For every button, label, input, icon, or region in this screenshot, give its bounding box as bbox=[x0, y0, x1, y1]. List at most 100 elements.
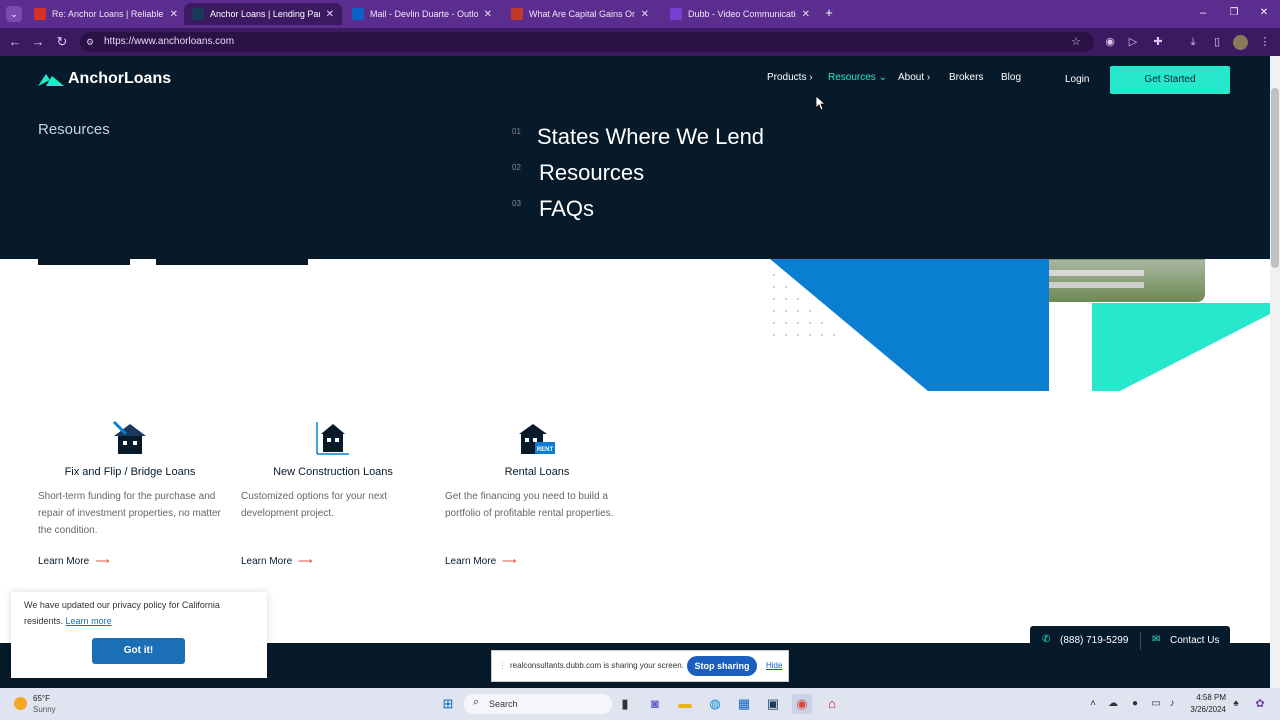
restore-icon[interactable]: ❐ bbox=[1227, 6, 1241, 20]
weather-sun-icon[interactable] bbox=[14, 697, 27, 710]
mega-menu-heading: Resources bbox=[38, 121, 110, 138]
tab-search-icon[interactable]: ⌄ bbox=[6, 6, 22, 22]
weather-temp[interactable]: 65°F bbox=[33, 694, 50, 703]
cookie-got-it-button[interactable]: Got it! bbox=[92, 638, 185, 664]
house-blueprint-icon bbox=[316, 422, 349, 455]
tab-title: Re: Anchor Loans | Reliable Rea bbox=[52, 9, 164, 19]
get-started-button[interactable]: Get Started bbox=[1110, 66, 1230, 94]
microphone-icon[interactable]: ● bbox=[1125, 694, 1145, 714]
hero-button-fragment[interactable] bbox=[156, 259, 308, 265]
tab-favicon-icon bbox=[192, 8, 204, 20]
contact-us-link[interactable]: Contact Us bbox=[1170, 635, 1219, 646]
window-close-icon[interactable]: ✕ bbox=[1257, 6, 1271, 20]
house-rent-sign-icon: RENT bbox=[519, 424, 555, 454]
dubb-extension-icon[interactable]: ▷ bbox=[1125, 34, 1141, 50]
extension-icon[interactable]: ◉ bbox=[1102, 34, 1118, 50]
hero-button-fragment[interactable] bbox=[38, 259, 130, 265]
cookie-banner: We have updated our privacy policy for C… bbox=[11, 592, 267, 678]
browser-tab[interactable]: Re: Anchor Loans | Reliable Rea ✕ bbox=[26, 3, 186, 25]
teams-chat-icon[interactable]: ◙ bbox=[645, 694, 665, 714]
tab-title: Anchor Loans | Lending Partne bbox=[210, 9, 320, 19]
browser-tab[interactable]: Mail - Devlin Duarte - Outlook ✕ bbox=[344, 3, 500, 25]
clock-date[interactable]: 3/26/2024 bbox=[1182, 705, 1226, 714]
minimize-icon[interactable]: – bbox=[1196, 6, 1210, 20]
store-icon[interactable]: ▦ bbox=[734, 694, 754, 714]
profile-avatar[interactable] bbox=[1233, 35, 1248, 50]
reload-icon[interactable]: ↻ bbox=[53, 33, 71, 51]
menu-item-states-where-we-lend[interactable]: States Where We Lend bbox=[537, 124, 764, 150]
weather-desc[interactable]: Sunny bbox=[33, 705, 56, 714]
site-info-icon[interactable]: ⚙ bbox=[86, 36, 98, 48]
tab-close-icon[interactable]: ✕ bbox=[484, 9, 492, 20]
learn-more-link[interactable]: Learn More ⟶ bbox=[445, 556, 516, 567]
tray-cloud-icon[interactable]: ☁ bbox=[1103, 694, 1123, 714]
browser-tab[interactable]: Dubb - Video Communicatio ✕ bbox=[662, 3, 818, 25]
arrow-right-icon: ⟶ bbox=[95, 556, 110, 567]
back-icon[interactable]: ← bbox=[6, 33, 24, 51]
share-bar-text: realconsultants.dubb.com is sharing your… bbox=[510, 661, 684, 670]
tab-favicon-icon bbox=[34, 8, 46, 20]
menu-item-number: 01 bbox=[512, 127, 521, 136]
product-description: Customized options for your next develop… bbox=[241, 491, 388, 519]
tray-chevron-icon[interactable]: ˄ bbox=[1083, 694, 1103, 714]
clock-time[interactable]: 4:58 PM bbox=[1186, 693, 1226, 702]
nav-blog[interactable]: Blog bbox=[1001, 72, 1021, 83]
house-hammer-icon bbox=[112, 420, 146, 454]
login-link[interactable]: Login bbox=[1065, 74, 1089, 85]
product-card-fix-and-flip: Fix and Flip / Bridge Loans Short-term f… bbox=[38, 420, 222, 580]
browser-tab[interactable]: What Are Capital Gains On Ren ✕ bbox=[503, 3, 657, 25]
mouse-cursor-icon bbox=[816, 96, 826, 110]
taskbar-search-box[interactable]: ⌕ Search bbox=[464, 694, 612, 714]
new-tab-button[interactable]: + bbox=[822, 6, 836, 20]
phone-number-link[interactable]: (888) 719-5299 bbox=[1060, 635, 1128, 646]
address-bar[interactable]: https://www.anchorloans.com bbox=[80, 32, 1094, 52]
tab-favicon-icon bbox=[352, 8, 364, 20]
product-title: Fix and Flip / Bridge Loans bbox=[64, 466, 196, 478]
menu-icon[interactable]: ⋮ bbox=[1257, 34, 1273, 50]
menu-item-resources[interactable]: Resources bbox=[539, 160, 644, 186]
edge-browser-icon[interactable]: ◍ bbox=[705, 694, 725, 714]
nav-about[interactable]: About › bbox=[898, 72, 930, 83]
tab-close-icon[interactable]: ✕ bbox=[641, 9, 649, 20]
extensions-puzzle-icon[interactable]: ✚ bbox=[1150, 34, 1166, 50]
anchor-loans-logo[interactable]: AnchorLoans bbox=[38, 68, 171, 90]
drag-handle-icon[interactable]: ⋮ bbox=[498, 660, 507, 671]
product-description: Short-term funding for the purchase and … bbox=[38, 491, 221, 536]
mega-menu-list: 01 States Where We Lend 02 Resources 03 … bbox=[512, 124, 792, 225]
nav-resources[interactable]: Resources ⌄ bbox=[828, 72, 887, 83]
stop-sharing-button[interactable]: Stop sharing bbox=[687, 656, 757, 676]
tab-close-icon[interactable]: ✕ bbox=[326, 9, 334, 20]
rent-badge-text: RENT bbox=[537, 447, 554, 453]
forward-icon[interactable]: → bbox=[29, 33, 47, 51]
learn-more-link[interactable]: Learn More ⟶ bbox=[241, 556, 312, 567]
file-explorer-icon[interactable]: ▬ bbox=[675, 694, 695, 714]
tab-close-icon[interactable]: ✕ bbox=[802, 9, 810, 20]
hide-link[interactable]: Hide bbox=[766, 661, 782, 670]
app-icon[interactable]: ▣ bbox=[763, 694, 783, 714]
download-icon[interactable]: ⤓ bbox=[1185, 34, 1201, 50]
menu-item-number: 02 bbox=[512, 163, 521, 172]
acrobat-icon[interactable]: ⌂ bbox=[822, 694, 842, 714]
nav-products[interactable]: Products › bbox=[767, 72, 813, 83]
divider bbox=[1140, 632, 1141, 650]
tab-close-icon[interactable]: ✕ bbox=[170, 9, 178, 20]
menu-item-faqs[interactable]: FAQs bbox=[539, 196, 594, 222]
side-panel-icon[interactable]: ▯ bbox=[1209, 34, 1225, 50]
scrollbar-thumb[interactable] bbox=[1271, 88, 1279, 268]
hero-shapes bbox=[770, 259, 1270, 391]
cookie-learn-more-link[interactable]: Learn more bbox=[66, 616, 112, 626]
chrome-icon[interactable]: ◉ bbox=[792, 694, 812, 714]
browser-tab[interactable]: Anchor Loans | Lending Partne ✕ bbox=[184, 3, 342, 25]
product-card-rental: RENT Rental Loans Get the financing you … bbox=[445, 420, 629, 580]
nav-brokers[interactable]: Brokers bbox=[949, 72, 983, 83]
product-title: Rental Loans bbox=[504, 466, 570, 478]
volume-icon[interactable]: ♪ bbox=[1162, 694, 1182, 714]
bookmark-star-icon[interactable]: ☆ bbox=[1068, 34, 1084, 50]
product-title: New Construction Loans bbox=[273, 466, 393, 478]
task-view-icon[interactable]: ▮ bbox=[615, 694, 635, 714]
contact-bar: ✆ (888) 719-5299 ✉ Contact Us bbox=[1030, 626, 1230, 656]
copilot-icon[interactable]: ✿ bbox=[1250, 694, 1270, 714]
windows-start-icon[interactable]: ⊞ bbox=[438, 694, 458, 714]
notification-bell-icon[interactable]: ♠ bbox=[1226, 694, 1246, 714]
learn-more-link[interactable]: Learn More ⟶ bbox=[38, 556, 109, 567]
